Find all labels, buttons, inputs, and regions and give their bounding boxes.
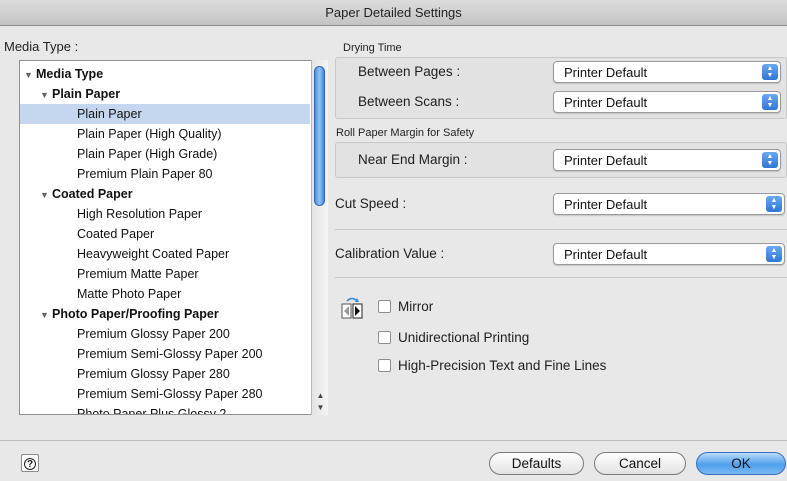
tree-item-premium-matte-paper[interactable]: Premium Matte Paper [77,264,199,284]
tree-item-coated-paper[interactable]: Coated Paper [77,224,154,244]
tree-item-premium-glossy-paper-200[interactable]: Premium Glossy Paper 200 [77,324,230,344]
tree-item-plain-paper-high-quality[interactable]: Plain Paper (High Quality) [77,124,222,144]
near-end-margin-select[interactable]: Printer Default ▲ ▼ [553,149,781,171]
help-button[interactable]: ? [21,454,39,472]
tree-item-premium-semi-glossy-paper-280[interactable]: Premium Semi-Glossy Paper 280 [77,384,262,404]
drying-time-title: Drying Time [343,42,402,54]
calibration-value-select[interactable]: Printer Default ▲ ▼ [553,243,785,265]
cut-speed-select[interactable]: Printer Default ▲ ▼ [553,193,785,215]
roll-margin-title: Roll Paper Margin for Safety [336,127,475,139]
between-pages-select[interactable]: Printer Default ▲ ▼ [553,61,781,83]
tree-item-premium-plain-paper-80[interactable]: Premium Plain Paper 80 [77,164,212,184]
defaults-button[interactable]: Defaults [489,452,584,475]
question-mark-icon: ? [24,458,36,470]
tree-item-premium-glossy-paper-280[interactable]: Premium Glossy Paper 280 [77,364,230,384]
mirror-checkbox[interactable]: Mirror [378,298,433,316]
tree-item-high-resolution-paper[interactable]: High Resolution Paper [77,204,202,224]
cut-speed-label: Cut Speed : [335,196,407,211]
separator [335,277,787,278]
disclosure-triangle-icon[interactable]: ▼ [40,85,52,105]
window-title: Paper Detailed Settings [0,0,787,26]
tree-item-plain-paper-high-grade[interactable]: Plain Paper (High Grade) [77,144,217,164]
mirror-icon [341,297,363,319]
footer-separator [0,440,787,441]
between-pages-label: Between Pages : [358,64,461,79]
up-down-arrows-icon: ▲ ▼ [762,64,778,80]
near-end-margin-label: Near End Margin : [358,152,468,167]
media-type-tree[interactable]: ▼ Media Type ▼ Plain Paper Plain Paper Pla… [19,60,328,415]
tree-item-heavyweight-coated-paper[interactable]: Heavyweight Coated Paper [77,244,229,264]
high-precision-checkbox[interactable]: High-Precision Text and Fine Lines [378,357,606,375]
tree-item-photo-paper-plus-glossy-2[interactable]: Photo Paper Plus Glossy 2 [77,404,226,414]
tree-node-plain-paper[interactable]: ▼ Plain Paper [40,84,310,104]
between-scans-label: Between Scans : [358,94,460,109]
disclosure-triangle-icon[interactable]: ▼ [24,65,36,85]
calibration-value-label: Calibration Value : [335,246,445,261]
media-type-heading: Media Type : [4,39,79,54]
scrollbar-thumb[interactable] [314,66,325,206]
checkbox-box[interactable] [378,359,391,372]
tree-item-premium-semi-glossy-paper-200[interactable]: Premium Semi-Glossy Paper 200 [77,344,262,364]
disclosure-triangle-icon[interactable]: ▼ [40,185,52,205]
up-down-arrows-icon: ▲ ▼ [766,196,782,212]
tree-item-plain-paper[interactable]: Plain Paper [20,104,310,124]
scroll-down-arrow-icon[interactable]: ▼ [312,402,329,414]
tree-node-photo-paper-proofing-paper[interactable]: ▼ Photo Paper/Proofing Paper [40,304,310,324]
tree-node-coated-paper[interactable]: ▼ Coated Paper [40,184,310,204]
up-down-arrows-icon: ▲ ▼ [762,152,778,168]
cancel-button[interactable]: Cancel [594,452,686,475]
checkbox-box[interactable] [378,300,391,313]
disclosure-triangle-icon[interactable]: ▼ [40,305,52,325]
up-down-arrows-icon: ▲ ▼ [762,94,778,110]
up-down-arrows-icon: ▲ ▼ [766,246,782,262]
scroll-up-arrow-icon[interactable]: ▲ [312,390,329,402]
ok-button[interactable]: OK [696,452,786,475]
tree-scrollbar[interactable]: ▲ ▼ [311,60,328,415]
tree-node-media-type[interactable]: ▼ Media Type [24,64,310,84]
unidirectional-printing-checkbox[interactable]: Unidirectional Printing [378,329,529,347]
between-scans-select[interactable]: Printer Default ▲ ▼ [553,91,781,113]
tree-item-matte-photo-paper[interactable]: Matte Photo Paper [77,284,181,304]
checkbox-box[interactable] [378,331,391,344]
separator [335,229,787,230]
